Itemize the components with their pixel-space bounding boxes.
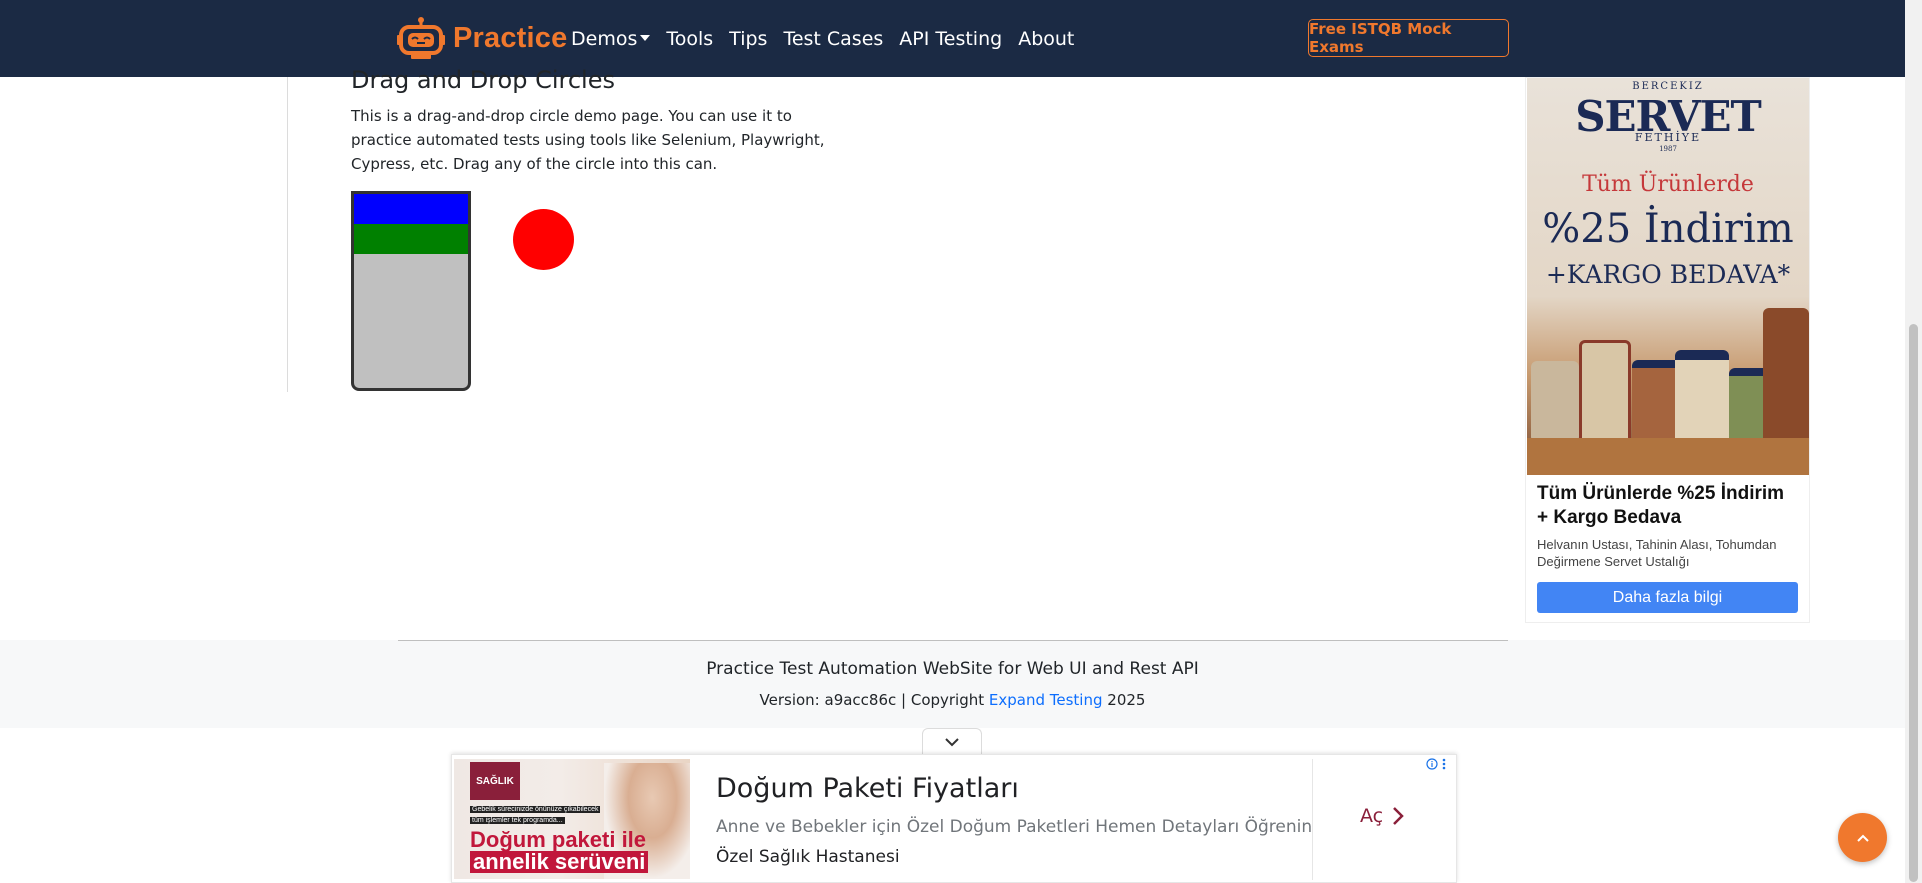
nav-api-testing[interactable]: API Testing: [899, 28, 1002, 50]
nav-tools[interactable]: Tools: [666, 28, 713, 50]
bottom-ad-description: Anne ve Bebekler için Özel Doğum Paketle…: [716, 817, 1313, 837]
nav-tips[interactable]: Tips: [729, 28, 767, 50]
more-vertical-icon: [1442, 758, 1446, 770]
ad-promo-line1: Tüm Ürünlerde: [1582, 172, 1754, 197]
can-band-green: [354, 224, 468, 254]
ad-brand-sub: FETHİYE: [1634, 131, 1702, 144]
draggable-circle-red[interactable]: [513, 209, 574, 270]
footer-version-line: Version: a9acc86c | Copyright Expand Tes…: [0, 691, 1905, 709]
ad-image-tag2: tüm işlemler tek programda...: [470, 817, 565, 824]
ad-image-dogum[interactable]: SAĞLIK Gebelik sürecinizde önünüze çıkab…: [454, 759, 690, 879]
product-jar: [1675, 350, 1729, 450]
chevron-right-icon: [1393, 807, 1404, 825]
ad-image-title2: annelik serüveni: [470, 851, 649, 873]
ad-image-tag1: Gebelik sürecinizde önünüze çıkabilecek: [470, 806, 601, 813]
footer-title: Practice Test Automation WebSite for Web…: [706, 659, 1199, 679]
ad-promo-line2: %25 İndirim: [1542, 206, 1794, 252]
product-jar: [1579, 340, 1631, 450]
sidebar-divider: [287, 77, 288, 392]
bottom-ad-open-label: Aç: [1360, 805, 1384, 827]
brand-text: Practice: [453, 21, 568, 54]
caret-down-icon: [640, 34, 651, 41]
ad-brand-small: BERCEKIZ: [1632, 81, 1704, 92]
product-jar: [1632, 360, 1680, 450]
product-jar: [1763, 308, 1809, 458]
robot-logo-icon: [397, 17, 445, 59]
chevron-down-icon: [945, 737, 959, 746]
footer-version-text: Version: a9acc86c | Copyright: [759, 691, 989, 709]
ad-collapse-button[interactable]: [922, 728, 982, 754]
nav-test-cases[interactable]: Test Cases: [783, 28, 883, 50]
nav-demos-dropdown[interactable]: Demos: [571, 27, 651, 50]
scroll-to-top-button[interactable]: [1838, 813, 1887, 862]
page-title: Drag and Drop Circles: [351, 66, 615, 94]
bottom-ad-sponsor: Özel Sağlık Hastanesi: [716, 847, 900, 867]
ad-brand-year: 1987: [1659, 145, 1677, 153]
ad-image-title1: Doğum paketi ile: [470, 827, 647, 852]
ad-logo-saglik: SAĞLIK: [470, 762, 520, 800]
ad-choices[interactable]: [1426, 758, 1446, 770]
ad-body-text: Helvanın Ustası, Tahinin Alası, Tohumdan…: [1537, 537, 1777, 569]
ad-cta-button[interactable]: Daha fazla bilgi: [1537, 582, 1798, 613]
footer-divider: [398, 640, 1508, 641]
page-description: This is a drag-and-drop circle demo page…: [351, 107, 825, 173]
footer: Practice Test Automation WebSite for Web…: [0, 640, 1905, 728]
product-jar: [1531, 361, 1579, 441]
bottom-ad-title[interactable]: Doğum Paketi Fiyatları: [716, 773, 1019, 804]
nav-links: Demos Tools Tips Test Cases API Testing …: [571, 0, 1090, 77]
chevron-up-icon: [1856, 834, 1869, 842]
nav-about[interactable]: About: [1018, 28, 1074, 50]
nav-demos-label: Demos: [571, 27, 638, 50]
top-navbar: Practice Demos Tools Tips Test Cases API…: [0, 0, 1905, 77]
side-advertisement: BERCEKIZ SERVET FETHİYE 1987 Tüm Ürünler…: [1525, 77, 1810, 623]
ad-promo-line3: +KARGO BEDAVA*: [1545, 260, 1791, 289]
scrollbar-thumb[interactable]: [1909, 324, 1918, 882]
bottom-advertisement: SAĞLIK Gebelik sürecinizde önünüze çıkab…: [451, 754, 1457, 883]
ad-headline[interactable]: Tüm Ürünlerde %25 İndirim + Kargo Bedava: [1537, 482, 1799, 530]
drop-target-can[interactable]: [351, 191, 471, 391]
bottom-ad-separator: [1312, 759, 1313, 880]
bottom-ad-open-button[interactable]: Aç: [1360, 805, 1405, 827]
product-tray: [1527, 438, 1809, 475]
brand-logo-link[interactable]: Practice: [397, 16, 567, 60]
footer-company-link[interactable]: Expand Testing: [989, 691, 1103, 709]
ad-image-servet[interactable]: BERCEKIZ SERVET FETHİYE 1987 Tüm Ürünler…: [1527, 78, 1809, 475]
free-istqb-mock-exams-button[interactable]: Free ISTQB Mock Exams: [1308, 19, 1509, 57]
can-band-blue: [354, 194, 468, 224]
info-icon: [1426, 758, 1438, 770]
footer-year: 2025: [1102, 691, 1146, 709]
